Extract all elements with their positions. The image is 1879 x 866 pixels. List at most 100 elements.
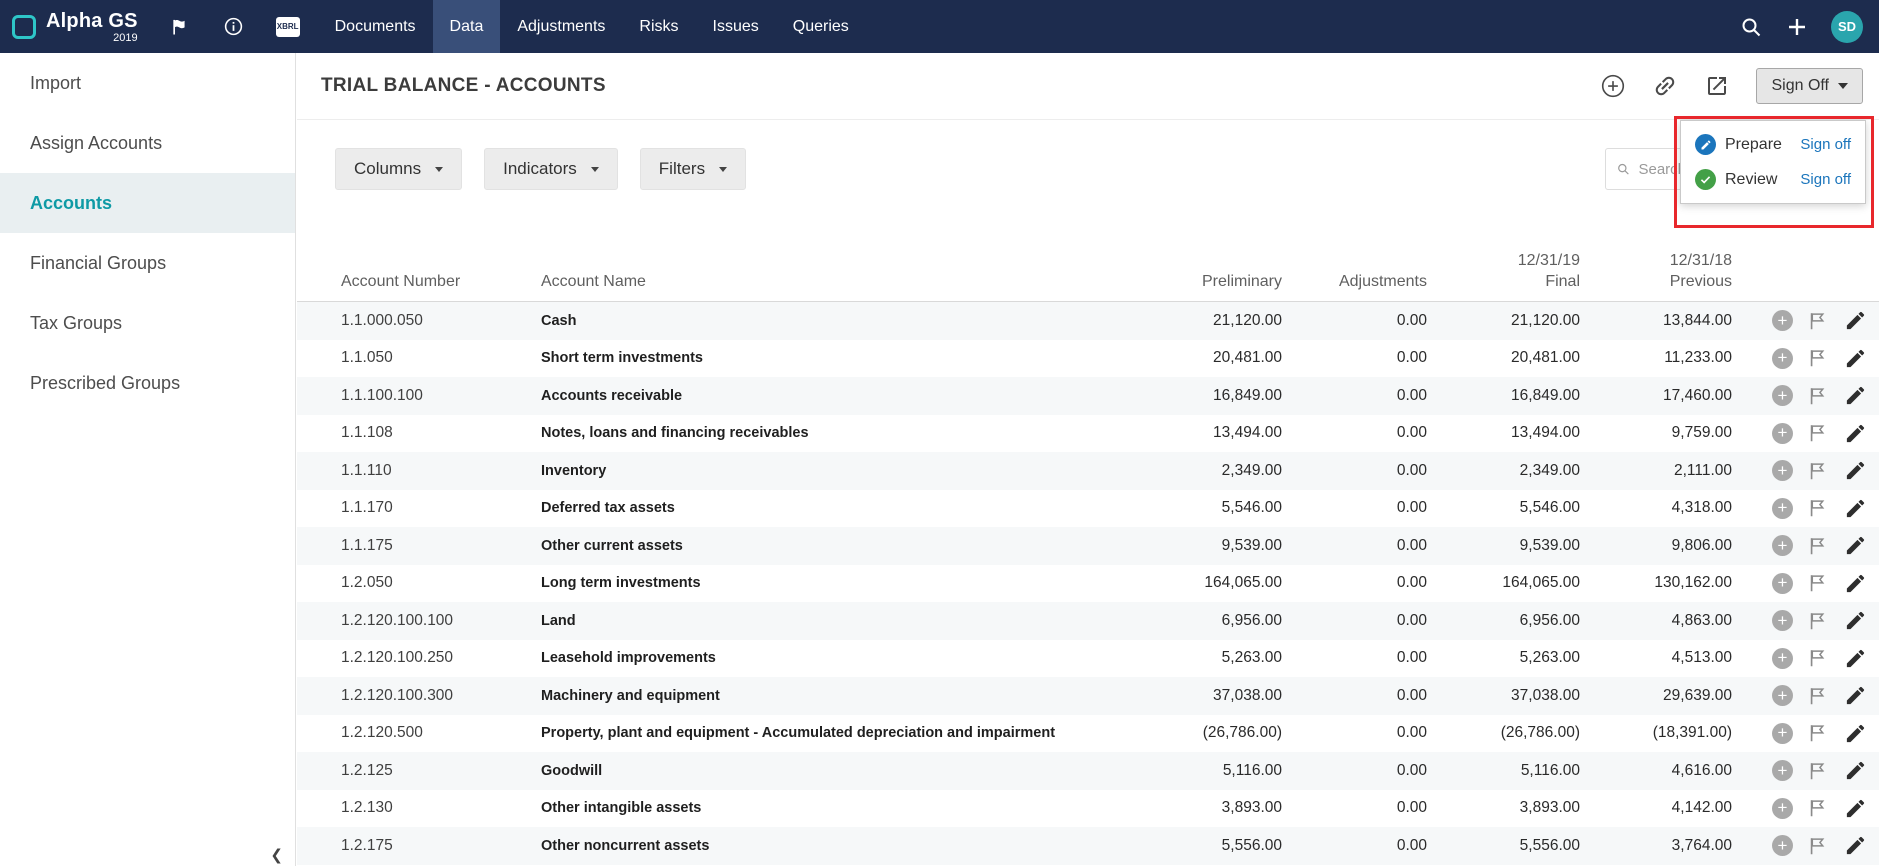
sidebar-item-financial-groups[interactable]: Financial Groups: [0, 233, 295, 293]
cell-previous: 9,806.00: [1580, 537, 1732, 555]
row-flag-icon[interactable]: [1806, 571, 1830, 595]
header-final[interactable]: 12/31/19 Final: [1427, 252, 1580, 291]
header-preliminary[interactable]: Preliminary: [1132, 273, 1282, 291]
row-flag-icon[interactable]: [1806, 646, 1830, 670]
row-add-icon[interactable]: [1772, 460, 1793, 481]
nav-queries[interactable]: Queries: [776, 0, 866, 53]
row-edit-icon[interactable]: [1843, 646, 1867, 670]
table-row[interactable]: 1.1.170 Deferred tax assets 5,546.00 0.0…: [297, 490, 1879, 528]
row-flag-icon[interactable]: [1806, 796, 1830, 820]
sidebar-item-tax-groups[interactable]: Tax Groups: [0, 293, 295, 353]
row-flag-icon[interactable]: [1806, 684, 1830, 708]
row-edit-icon[interactable]: [1843, 421, 1867, 445]
row-flag-icon[interactable]: [1806, 721, 1830, 745]
row-edit-icon[interactable]: [1843, 609, 1867, 633]
row-add-icon[interactable]: [1772, 573, 1793, 594]
row-edit-icon[interactable]: [1843, 759, 1867, 783]
row-edit-icon[interactable]: [1843, 534, 1867, 558]
table-row[interactable]: 1.2.050 Long term investments 164,065.00…: [297, 565, 1879, 603]
header-account-name[interactable]: Account Name: [541, 273, 1132, 291]
link-icon[interactable]: [1652, 73, 1678, 99]
user-avatar[interactable]: SD: [1831, 11, 1863, 43]
table-row[interactable]: 1.1.108 Notes, loans and financing recei…: [297, 415, 1879, 453]
sidebar-item-import[interactable]: Import: [0, 53, 295, 113]
xbrl-icon[interactable]: XBRL: [276, 15, 300, 39]
cell-account-number: 1.2.120.100.100: [341, 612, 541, 630]
row-flag-icon[interactable]: [1806, 384, 1830, 408]
row-add-icon[interactable]: [1772, 348, 1793, 369]
row-flag-icon[interactable]: [1806, 534, 1830, 558]
indicators-button[interactable]: Indicators: [484, 148, 618, 190]
header-account-number[interactable]: Account Number: [341, 273, 541, 291]
table-row[interactable]: 1.2.120.100.300 Machinery and equipment …: [297, 677, 1879, 715]
table-row[interactable]: 1.2.130 Other intangible assets 3,893.00…: [297, 790, 1879, 828]
row-add-icon[interactable]: [1772, 423, 1793, 444]
table-row[interactable]: 1.2.120.500 Property, plant and equipmen…: [297, 715, 1879, 753]
table-row[interactable]: 1.1.175 Other current assets 9,539.00 0.…: [297, 527, 1879, 565]
row-add-icon[interactable]: [1772, 610, 1793, 631]
row-flag-icon[interactable]: [1806, 309, 1830, 333]
table-row[interactable]: 1.2.125 Goodwill 5,116.00 0.00 5,116.00 …: [297, 752, 1879, 790]
row-add-icon[interactable]: [1772, 685, 1793, 706]
table-row[interactable]: 1.2.175 Other noncurrent assets 5,556.00…: [297, 827, 1879, 865]
prepare-sign-off-link[interactable]: Sign off: [1800, 136, 1851, 153]
row-flag-icon[interactable]: [1806, 496, 1830, 520]
row-edit-icon[interactable]: [1843, 309, 1867, 333]
sidebar-item-accounts[interactable]: Accounts: [0, 173, 295, 233]
row-actions: [1732, 459, 1879, 483]
header-previous-date: 12/31/18: [1670, 252, 1732, 270]
row-edit-icon[interactable]: [1843, 384, 1867, 408]
sidebar-item-assign-accounts[interactable]: Assign Accounts: [0, 113, 295, 173]
table-row[interactable]: 1.1.000.050 Cash 21,120.00 0.00 21,120.0…: [297, 302, 1879, 340]
row-add-icon[interactable]: [1772, 835, 1793, 856]
row-edit-icon[interactable]: [1843, 796, 1867, 820]
table-row[interactable]: 1.1.050 Short term investments 20,481.00…: [297, 340, 1879, 378]
row-add-icon[interactable]: [1772, 760, 1793, 781]
row-add-icon[interactable]: [1772, 310, 1793, 331]
row-add-icon[interactable]: [1772, 648, 1793, 669]
row-flag-icon[interactable]: [1806, 609, 1830, 633]
columns-button[interactable]: Columns: [335, 148, 462, 190]
nav-documents[interactable]: Documents: [318, 0, 433, 53]
export-icon[interactable]: [1704, 73, 1730, 99]
header-previous[interactable]: 12/31/18 Previous: [1580, 252, 1732, 291]
nav-risks[interactable]: Risks: [622, 0, 695, 53]
search-icon[interactable]: [1739, 15, 1763, 39]
row-edit-icon[interactable]: [1843, 684, 1867, 708]
row-flag-icon[interactable]: [1806, 346, 1830, 370]
cell-account-number: 1.2.130: [341, 799, 541, 817]
flag-icon[interactable]: [168, 15, 192, 39]
row-add-icon[interactable]: [1772, 723, 1793, 744]
row-flag-icon[interactable]: [1806, 759, 1830, 783]
add-circle-icon[interactable]: [1600, 73, 1626, 99]
info-icon[interactable]: [222, 15, 246, 39]
row-edit-icon[interactable]: [1843, 346, 1867, 370]
review-sign-off-link[interactable]: Sign off: [1800, 171, 1851, 188]
row-edit-icon[interactable]: [1843, 571, 1867, 595]
row-add-icon[interactable]: [1772, 385, 1793, 406]
filters-button[interactable]: Filters: [640, 148, 746, 190]
nav-data[interactable]: Data: [433, 0, 501, 53]
sign-off-button[interactable]: Sign Off: [1756, 68, 1863, 104]
nav-issues[interactable]: Issues: [696, 0, 776, 53]
header-adjustments[interactable]: Adjustments: [1282, 273, 1427, 291]
row-edit-icon[interactable]: [1843, 496, 1867, 520]
row-add-icon[interactable]: [1772, 535, 1793, 556]
cell-account-number: 1.2.120.100.300: [341, 687, 541, 705]
sidebar-collapse-icon[interactable]: ❮: [270, 846, 283, 864]
row-flag-icon[interactable]: [1806, 421, 1830, 445]
row-flag-icon[interactable]: [1806, 459, 1830, 483]
row-add-icon[interactable]: [1772, 798, 1793, 819]
sidebar-item-prescribed-groups[interactable]: Prescribed Groups: [0, 353, 295, 413]
table-row[interactable]: 1.1.100.100 Accounts receivable 16,849.0…: [297, 377, 1879, 415]
table-row[interactable]: 1.2.120.100.250 Leasehold improvements 5…: [297, 640, 1879, 678]
add-icon[interactable]: [1785, 15, 1809, 39]
nav-adjustments[interactable]: Adjustments: [500, 0, 622, 53]
row-add-icon[interactable]: [1772, 498, 1793, 519]
row-edit-icon[interactable]: [1843, 459, 1867, 483]
table-row[interactable]: 1.1.110 Inventory 2,349.00 0.00 2,349.00…: [297, 452, 1879, 490]
row-edit-icon[interactable]: [1843, 721, 1867, 745]
row-edit-icon[interactable]: [1843, 834, 1867, 858]
table-row[interactable]: 1.2.120.100.100 Land 6,956.00 0.00 6,956…: [297, 602, 1879, 640]
row-flag-icon[interactable]: [1806, 834, 1830, 858]
